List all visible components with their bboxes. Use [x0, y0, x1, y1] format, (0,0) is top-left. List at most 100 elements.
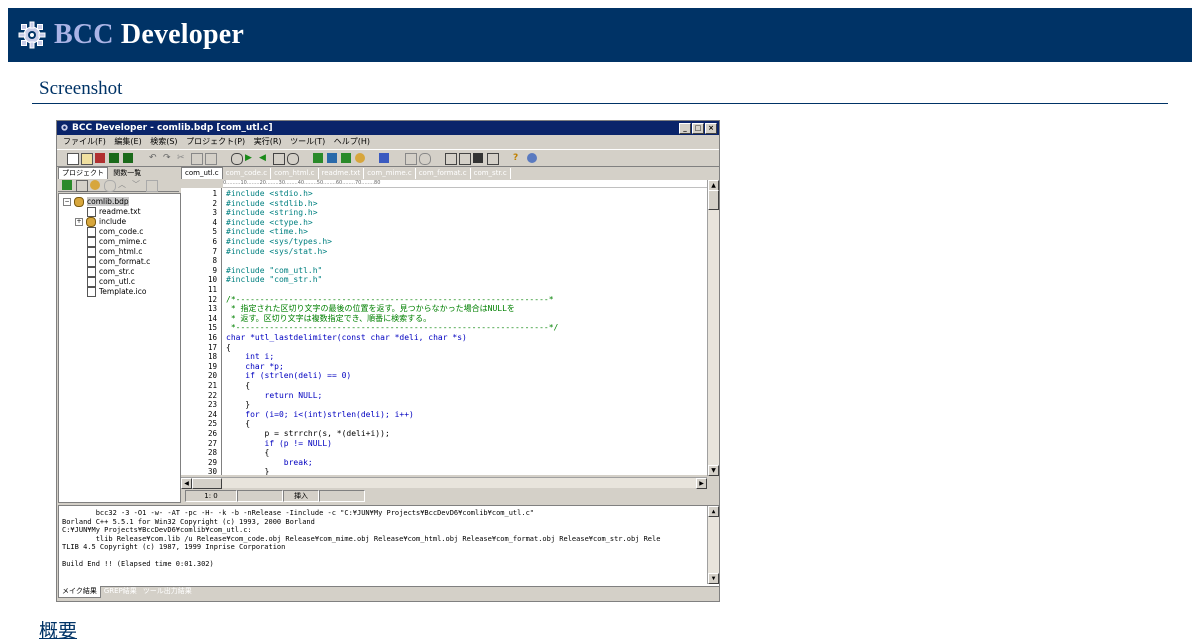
redo-icon[interactable]: ↷ — [163, 153, 173, 163]
move-down-icon[interactable]: ﹀ — [132, 180, 142, 190]
hscroll-thumb[interactable] — [192, 478, 222, 489]
grep-icon[interactable] — [287, 153, 299, 165]
code-editor[interactable]: 1 2 3 4 5 6 7 8 9 10 11 12 13 14 15 16 17 18 19 20 21 22 23 24 2… — [181, 188, 707, 475]
find-prev-icon[interactable]: ◀ — [259, 153, 269, 163]
tree-item[interactable]: com_code.c — [87, 227, 143, 237]
menu-edit[interactable]: 編集(E) — [114, 135, 141, 148]
tree-item[interactable]: + include — [75, 217, 126, 227]
brand-main: Developer — [120, 19, 245, 50]
copy-icon[interactable] — [191, 153, 203, 165]
window-titlebar: BCC Developer - comlib.bdp [com_utl.c] _… — [57, 121, 719, 135]
console-icon[interactable] — [487, 153, 499, 165]
tree-item[interactable]: com_format.c — [87, 257, 150, 267]
undo-icon[interactable]: ↶ — [149, 153, 159, 163]
save-all-icon[interactable] — [123, 153, 133, 163]
file-tab[interactable]: com_mime.c — [364, 168, 416, 179]
editor-area: com_utl.c com_code.c com_html.c readme.txt c… — [181, 167, 719, 502]
scroll-right-arrow-icon[interactable]: ▶ — [696, 478, 707, 489]
menu-file[interactable]: ファイル(F) — [63, 135, 106, 148]
project-pane: プロジェクト 関数一覧 ︿ ﹀ − comlib.bdp readme.txt +… — [58, 167, 181, 503]
status-field-blank — [319, 490, 365, 502]
rebuild-icon[interactable] — [341, 153, 351, 163]
find-next-icon[interactable]: ▶ — [245, 153, 255, 163]
cursor-position: 1: 0 — [185, 490, 237, 502]
options-icon[interactable] — [419, 153, 431, 165]
file-tab[interactable]: readme.txt — [319, 168, 365, 179]
tab-tool-output[interactable]: ツール出力結果 — [140, 586, 195, 597]
build-output[interactable]: ▲ ▼ bcc32 -3 -O1 -w- -AT -pc -H- -k -b -… — [58, 505, 719, 587]
tab-make-result[interactable]: メイク結果 — [58, 586, 101, 598]
file-tab[interactable]: com_str.c — [471, 168, 511, 179]
file-tab[interactable]: com_html.c — [271, 168, 319, 179]
code-line: #include <time.h> — [226, 227, 308, 237]
file-tab[interactable]: com_code.c — [223, 168, 272, 179]
about-icon[interactable] — [527, 153, 537, 163]
scroll-up-arrow-icon[interactable]: ▲ — [708, 506, 719, 517]
help-icon[interactable]: ? — [513, 153, 523, 163]
line-number: 3 — [212, 208, 217, 218]
compile-icon[interactable] — [313, 153, 323, 163]
build-icon[interactable] — [327, 153, 337, 163]
maximize-button[interactable]: □ — [692, 123, 704, 134]
refresh-icon[interactable] — [104, 180, 116, 192]
tree-item[interactable]: com_mime.c — [87, 237, 147, 247]
line-number: 25 — [207, 419, 217, 429]
scroll-down-arrow-icon[interactable]: ▼ — [708, 573, 719, 584]
scroll-thumb[interactable] — [708, 190, 719, 210]
menu-project[interactable]: プロジェクト(P) — [186, 135, 245, 148]
file-tab[interactable]: com_utl.c — [181, 167, 223, 179]
menu-search[interactable]: 検索(S) — [150, 135, 177, 148]
cut-icon[interactable]: ✂ — [177, 153, 187, 163]
line-number: 10 — [207, 275, 217, 285]
remove-file-icon[interactable] — [76, 180, 88, 192]
add-file-icon[interactable] — [62, 180, 72, 190]
tree-item[interactable]: com_utl.c — [87, 277, 135, 287]
replace-icon[interactable] — [273, 153, 285, 165]
minimize-button[interactable]: _ — [679, 123, 691, 134]
move-up-icon[interactable]: ︿ — [118, 180, 128, 190]
tab-project[interactable]: プロジェクト — [58, 167, 108, 179]
scroll-left-arrow-icon[interactable]: ◀ — [181, 478, 192, 489]
line-number: 22 — [207, 390, 217, 400]
paste-icon[interactable] — [205, 153, 217, 165]
code-line: } — [226, 400, 251, 410]
code-line: #include <ctype.h> — [226, 217, 313, 227]
line-number: 7 — [212, 246, 217, 256]
list-icon[interactable] — [459, 153, 471, 165]
line-number: 30 — [207, 467, 217, 475]
tree-item[interactable]: com_html.c — [87, 247, 142, 257]
tree-item[interactable]: com_str.c — [87, 267, 135, 277]
window-icon[interactable] — [405, 153, 417, 165]
new-file-icon[interactable] — [67, 153, 79, 165]
tree-item[interactable]: Template.ico — [87, 287, 146, 297]
code-line: p = strrchr(s, *(deli+i)); — [226, 429, 390, 438]
open-file-icon[interactable] — [81, 153, 93, 165]
debug-icon[interactable] — [379, 153, 389, 163]
tree-item[interactable]: readme.txt — [87, 207, 141, 217]
menu-run[interactable]: 実行(R) — [254, 135, 282, 148]
app-gear-icon — [61, 124, 68, 131]
properties-icon[interactable] — [146, 180, 158, 192]
project-settings-icon[interactable] — [445, 153, 457, 165]
scroll-down-arrow-icon[interactable]: ▼ — [708, 465, 719, 476]
vertical-scrollbar[interactable]: ▲ ▼ — [707, 180, 719, 476]
find-icon[interactable] — [231, 153, 243, 165]
line-number: 4 — [212, 217, 217, 227]
menu-tools[interactable]: ツール(T) — [290, 135, 325, 148]
horizontal-scrollbar[interactable]: ◀ ▶ — [181, 477, 707, 489]
tab-grep-result[interactable]: GREP結果 — [101, 586, 140, 597]
site-title: BCC Developer — [54, 19, 244, 51]
dos-prompt-icon[interactable] — [473, 153, 483, 163]
add-folder-icon[interactable] — [90, 180, 100, 190]
tab-function-list[interactable]: 関数一覧 — [110, 168, 144, 179]
brand-accent: BCC — [54, 19, 114, 50]
close-button[interactable]: × — [705, 123, 717, 134]
save-icon[interactable] — [109, 153, 119, 163]
run-icon[interactable] — [355, 153, 365, 163]
file-icon — [87, 237, 96, 247]
file-tab[interactable]: com_format.c — [416, 168, 471, 179]
close-file-icon[interactable] — [95, 153, 105, 163]
tree-root[interactable]: − comlib.bdp — [63, 197, 129, 207]
menu-help[interactable]: ヘルプ(H) — [334, 135, 370, 148]
output-scrollbar[interactable]: ▲ ▼ — [707, 506, 719, 584]
